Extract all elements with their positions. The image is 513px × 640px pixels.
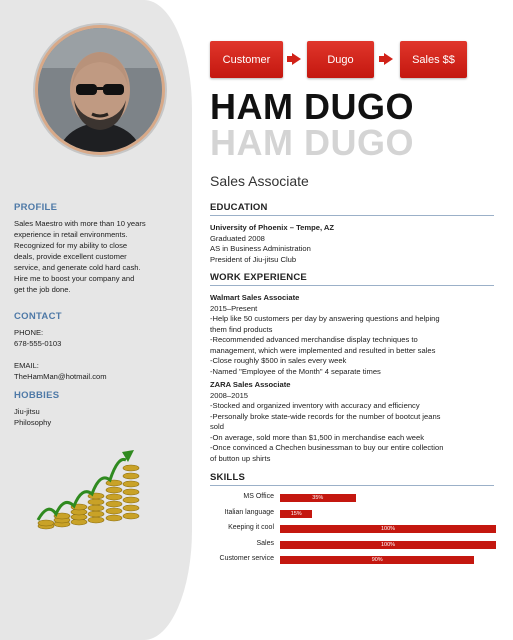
person-photo-icon [38, 28, 162, 152]
job-line: them find products [210, 324, 273, 334]
skill-track: 100% [280, 525, 496, 533]
hobbies-list: Jiu-jitsu Philosophy [14, 406, 184, 428]
profile-photo [38, 28, 162, 152]
skill-label: MS Office [243, 493, 274, 500]
profile-line: Recognized for my ability to close [14, 241, 128, 250]
profile-line: deals, provide excellent customer [14, 252, 127, 261]
flow-box-sales: Sales $$ [400, 41, 467, 78]
skill-bar: 35% [280, 494, 356, 502]
skill-label: Italian language [224, 509, 274, 516]
job-zara: ZARA Sales Associate 2008–2015 -Stocked … [210, 380, 500, 464]
job-line: -Close roughly $500 in sales every week [210, 356, 347, 365]
profile-text: Sales Maestro with more than 10 years ex… [14, 218, 184, 295]
job-line: -Named "Employee of the Month" 4 separat… [210, 366, 381, 376]
skill-bar: 90% [280, 556, 475, 564]
school-name: University of Phoenix – Tempe, AZ [210, 223, 335, 232]
job-line: -Stocked and organized inventory with ac… [210, 401, 420, 410]
contact-heading: CONTACT [14, 311, 62, 322]
job-line: management, which were implemented and r… [210, 345, 436, 355]
profile-line: get the job done. [14, 285, 71, 294]
skill-track: 15% [280, 510, 496, 518]
job-title: Sales Associate [210, 173, 309, 189]
hobbies-heading: HOBBIES [14, 390, 60, 401]
education-block: University of Phoenix – Tempe, AZ Gradua… [210, 223, 500, 265]
skill-bar: 100% [280, 525, 496, 533]
hobby-item: Philosophy [14, 418, 52, 427]
skill-label: Keeping it cool [228, 524, 274, 531]
skill-row: Italian language 15% [200, 508, 500, 520]
job-line: -Once convinced a Chechen businessman to… [210, 443, 444, 452]
contact-text: PHONE: 678-555-0103 EMAIL: TheHamMan@hot… [14, 327, 184, 382]
skill-row: MS Office 35% [200, 492, 500, 504]
job-line: -Recommended advanced merchandise displa… [210, 335, 418, 344]
skill-row: Keeping it cool 100% [200, 523, 500, 535]
job-role: ZARA Sales Associate [210, 380, 291, 389]
job-dates: 2008–2015 [210, 390, 249, 400]
skill-bar: 15% [280, 510, 313, 518]
job-line: of button up shirts [210, 453, 271, 463]
hobby-item: Jiu-jitsu [14, 407, 40, 416]
job-walmart: Walmart Sales Associate 2015–Present -He… [210, 293, 500, 377]
name-reflection: HAM DUGO [210, 122, 414, 163]
money-growth-illustration [36, 450, 140, 530]
skill-label: Customer service [219, 555, 274, 562]
skill-row: Sales 100% [200, 539, 500, 551]
flow-box-dugo: Dugo [307, 41, 374, 78]
skill-track: 90% [280, 556, 496, 564]
experience-heading: WORK EXPERIENCE [210, 272, 494, 286]
job-dates: 2015–Present [210, 303, 258, 313]
arrow-right-icon [287, 53, 301, 65]
flow-box-customer: Customer [210, 41, 283, 78]
skill-track: 100% [280, 541, 496, 549]
skill-track: 35% [280, 494, 496, 502]
job-line: -On average, sold more than $1,500 in me… [210, 432, 425, 442]
profile-line: Sales Maestro with more than 10 years [14, 219, 146, 228]
arrow-right-icon [379, 53, 393, 65]
job-role: Walmart Sales Associate [210, 293, 300, 302]
profile-heading: PROFILE [14, 202, 58, 213]
skill-bar: 100% [280, 541, 496, 549]
profile-line: Hire me to boost your company and [14, 274, 135, 283]
skills-heading: SKILLS [210, 472, 494, 486]
education-heading: EDUCATION [210, 202, 494, 216]
education-line: President of Jiu-jitsu Club [210, 254, 297, 264]
phone-value: 678-555-0103 [14, 339, 62, 348]
education-line: AS in Business Administration [210, 244, 311, 253]
skill-row: Customer service 90% [200, 554, 500, 566]
email-label: EMAIL: [14, 361, 39, 370]
profile-line: experience in retail environments. [14, 230, 128, 239]
job-line: -Personally broke state-wide records for… [210, 411, 441, 421]
job-line: sold [210, 422, 224, 431]
job-line: -Help like 50 customers per day by answe… [210, 314, 440, 323]
phone-label: PHONE: [14, 328, 44, 337]
profile-line: service, and generate cold hard cash. [14, 263, 141, 272]
education-line: Graduated 2008 [210, 233, 265, 243]
email-value[interactable]: TheHamMan@hotmail.com [14, 371, 184, 382]
skill-label: Sales [256, 540, 274, 547]
